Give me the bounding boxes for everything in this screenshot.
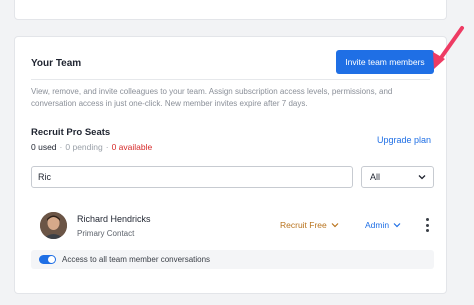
member-role-label: Admin	[365, 220, 390, 230]
team-panel: Your Team Invite team members View, remo…	[14, 36, 447, 294]
member-subtitle: Primary Contact	[77, 229, 135, 238]
member-role-dropdown[interactable]: Admin	[365, 220, 402, 230]
team-description: View, remove, and invite colleagues to y…	[31, 87, 393, 108]
toggle-knob	[48, 256, 55, 263]
member-plan-dropdown[interactable]: Recruit Free	[280, 220, 340, 230]
seats-available: 0 available	[111, 142, 153, 152]
member-filter-value: All	[370, 172, 381, 182]
member-filter-select[interactable]: All	[361, 166, 434, 188]
more-vertical-icon[interactable]	[421, 217, 433, 233]
conversation-access-row: Access to all team member conversations	[31, 250, 434, 269]
top-card	[14, 0, 447, 20]
seats-pending: 0 pending	[65, 142, 103, 152]
arrow-annotation-icon	[433, 26, 464, 69]
chevron-down-icon	[393, 223, 401, 228]
chevron-down-icon	[331, 223, 339, 228]
conversation-access-label: Access to all team member conversations	[62, 255, 211, 264]
seats-separator: ·	[59, 142, 63, 152]
upgrade-plan-link[interactable]: Upgrade plan	[377, 135, 431, 145]
panel-title: Your Team	[31, 58, 82, 69]
member-row: Richard Hendricks Primary Contact Recrui…	[31, 207, 434, 243]
member-plan-label: Recruit Free	[280, 220, 327, 230]
seats-used: 0 used	[31, 142, 57, 152]
seats-stats: 0 used · 0 pending · 0 available	[31, 142, 152, 152]
chevron-down-icon	[418, 175, 426, 180]
seats-separator: ·	[105, 142, 109, 152]
member-search-input[interactable]	[31, 166, 353, 188]
conversation-access-toggle[interactable]	[39, 255, 56, 264]
divider	[31, 79, 430, 80]
member-name: Richard Hendricks	[77, 214, 151, 224]
seats-title: Recruit Pro Seats	[31, 127, 111, 138]
avatar	[40, 212, 67, 239]
